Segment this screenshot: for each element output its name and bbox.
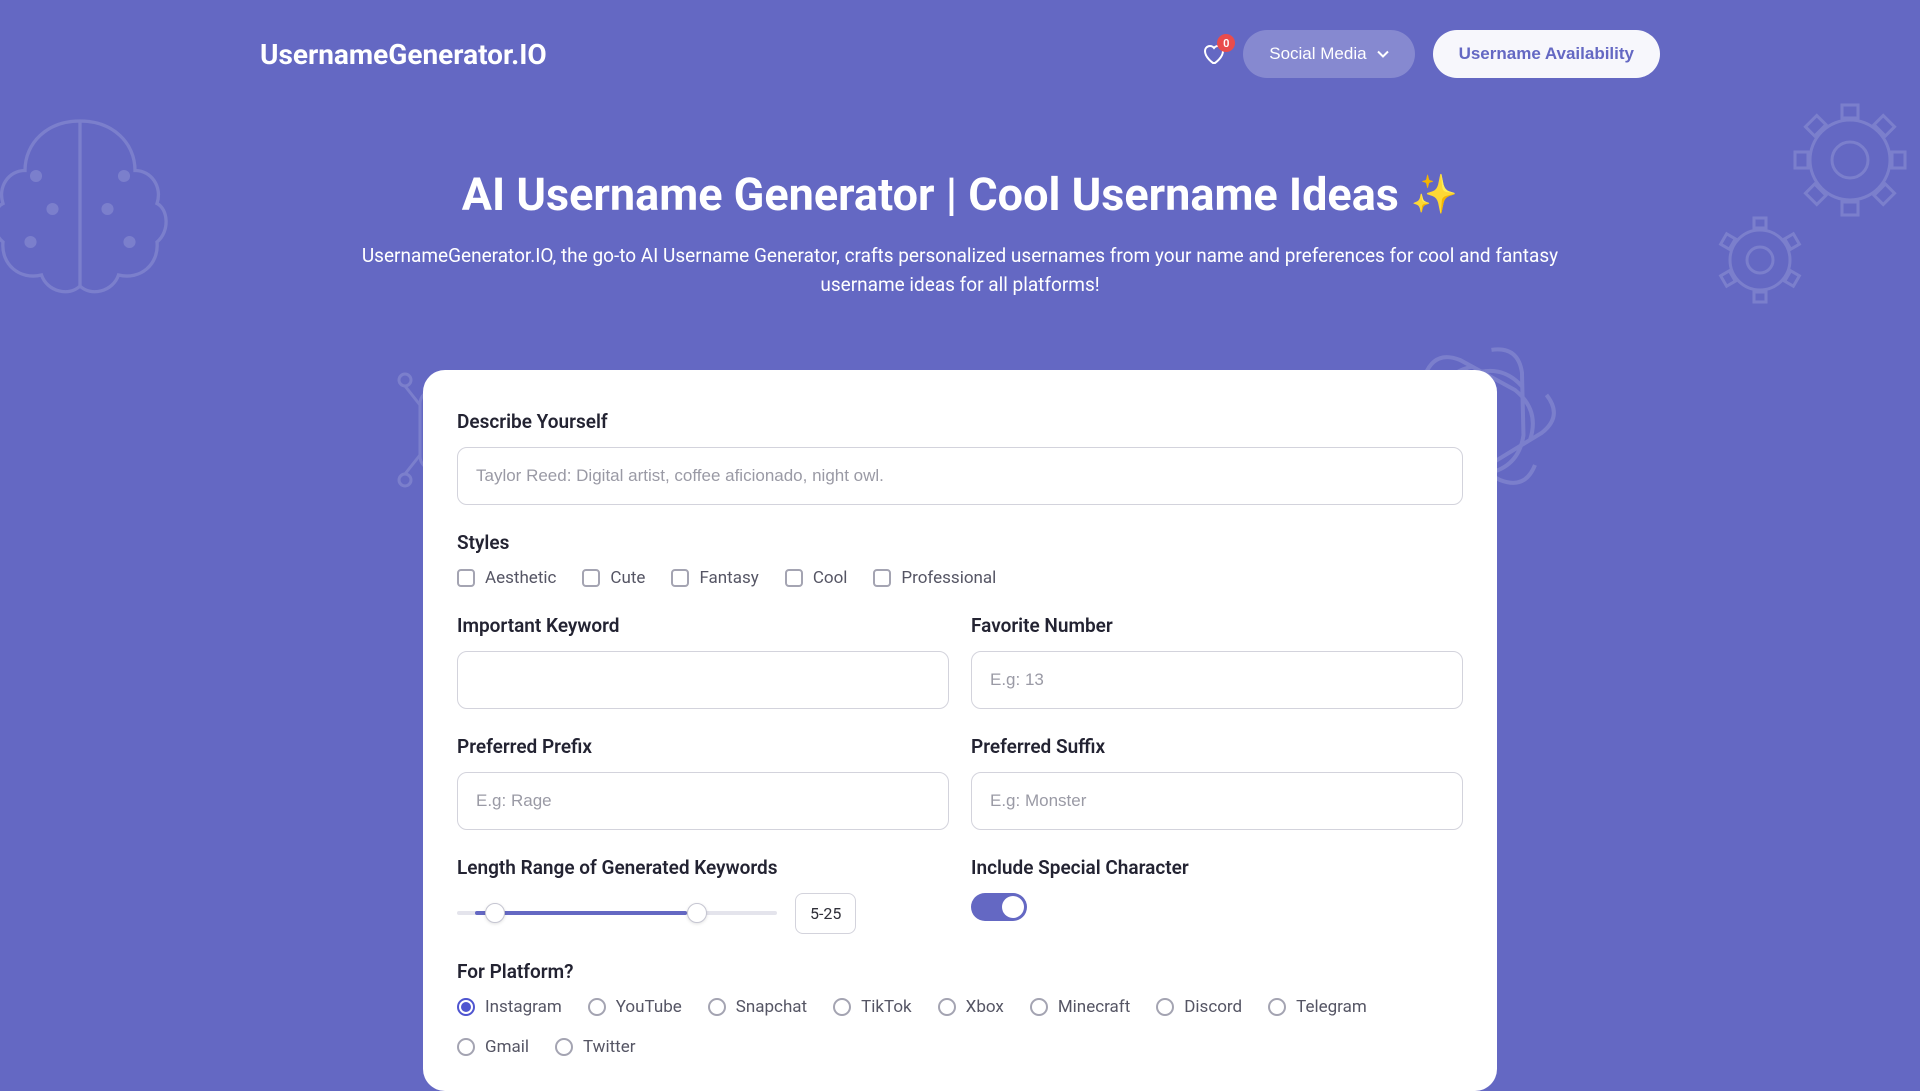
platform-radio-tiktok[interactable]: TikTok [833, 997, 912, 1017]
slider-thumb-max[interactable] [687, 903, 707, 923]
page-title: AI Username Generator | Cool Username Id… [462, 168, 1458, 221]
platform-label: Telegram [1296, 997, 1367, 1017]
style-checkbox-cool[interactable]: Cool [785, 568, 848, 588]
style-label: Cute [610, 568, 645, 588]
platform-label: Gmail [485, 1037, 529, 1057]
style-label: Professional [901, 568, 996, 588]
radio-icon [457, 998, 475, 1016]
style-checkbox-fantasy[interactable]: Fantasy [671, 568, 758, 588]
platform-radio-telegram[interactable]: Telegram [1268, 997, 1367, 1017]
chevron-down-icon [1377, 50, 1389, 58]
radio-icon [1030, 998, 1048, 1016]
username-availability-button[interactable]: Username Availability [1433, 30, 1660, 78]
logo[interactable]: UsernameGenerator.IO [260, 38, 547, 71]
favnum-input[interactable] [971, 651, 1463, 709]
special-label: Include Special Character [971, 856, 1463, 879]
platform-label: TikTok [861, 997, 912, 1017]
favorites-badge: 0 [1217, 34, 1235, 52]
radio-icon [555, 1038, 573, 1056]
suffix-input[interactable] [971, 772, 1463, 830]
platform-radio-snapchat[interactable]: Snapchat [708, 997, 807, 1017]
radio-icon [1156, 998, 1174, 1016]
platform-label: Snapchat [736, 997, 807, 1017]
prefix-input[interactable] [457, 772, 949, 830]
platform-label: Twitter [583, 1037, 635, 1057]
platform-label: YouTube [616, 997, 682, 1017]
radio-icon [708, 998, 726, 1016]
platform-radio-minecraft[interactable]: Minecraft [1030, 997, 1130, 1017]
page-subtitle: UsernameGenerator.IO, the go-to AI Usern… [360, 241, 1560, 300]
checkbox-icon [785, 569, 803, 587]
generator-form: Describe Yourself Styles Aesthetic Cute Fa… [423, 370, 1497, 1091]
favorites-button[interactable]: 0 [1201, 42, 1225, 66]
checkbox-icon [457, 569, 475, 587]
platform-label: Xbox [966, 997, 1004, 1017]
platform-radio-instagram[interactable]: Instagram [457, 997, 562, 1017]
platform-label: Discord [1184, 997, 1242, 1017]
checkbox-icon [671, 569, 689, 587]
platform-radio-gmail[interactable]: Gmail [457, 1037, 529, 1057]
platform-radio-twitter[interactable]: Twitter [555, 1037, 635, 1057]
keyword-label: Important Keyword [457, 614, 949, 637]
social-media-label: Social Media [1269, 44, 1366, 64]
style-checkbox-cute[interactable]: Cute [582, 568, 645, 588]
checkbox-icon [582, 569, 600, 587]
describe-label: Describe Yourself [457, 410, 1463, 433]
style-label: Cool [813, 568, 848, 588]
platform-label: Instagram [485, 997, 562, 1017]
platform-radio-youtube[interactable]: YouTube [588, 997, 682, 1017]
radio-icon [833, 998, 851, 1016]
suffix-label: Preferred Suffix [971, 735, 1463, 758]
special-toggle[interactable] [971, 893, 1027, 921]
length-label: Length Range of Generated Keywords [457, 856, 949, 879]
platform-label: Minecraft [1058, 997, 1130, 1017]
radio-icon [457, 1038, 475, 1056]
availability-label: Username Availability [1459, 44, 1634, 64]
platform-label: For Platform? [457, 960, 1463, 983]
style-label: Aesthetic [485, 568, 556, 588]
keyword-input[interactable] [457, 651, 949, 709]
slider-thumb-min[interactable] [485, 903, 505, 923]
length-slider[interactable] [457, 911, 777, 915]
describe-input[interactable] [457, 447, 1463, 505]
sparkle-icon: ✨ [1411, 173, 1458, 217]
radio-icon [938, 998, 956, 1016]
platform-radio-discord[interactable]: Discord [1156, 997, 1242, 1017]
prefix-label: Preferred Prefix [457, 735, 949, 758]
styles-label: Styles [457, 531, 1463, 554]
style-label: Fantasy [699, 568, 758, 588]
radio-icon [1268, 998, 1286, 1016]
favnum-label: Favorite Number [971, 614, 1463, 637]
length-value: 5-25 [795, 893, 856, 934]
style-checkbox-professional[interactable]: Professional [873, 568, 996, 588]
platform-radio-xbox[interactable]: Xbox [938, 997, 1004, 1017]
checkbox-icon [873, 569, 891, 587]
social-media-dropdown[interactable]: Social Media [1243, 30, 1414, 78]
radio-icon [588, 998, 606, 1016]
style-checkbox-aesthetic[interactable]: Aesthetic [457, 568, 556, 588]
